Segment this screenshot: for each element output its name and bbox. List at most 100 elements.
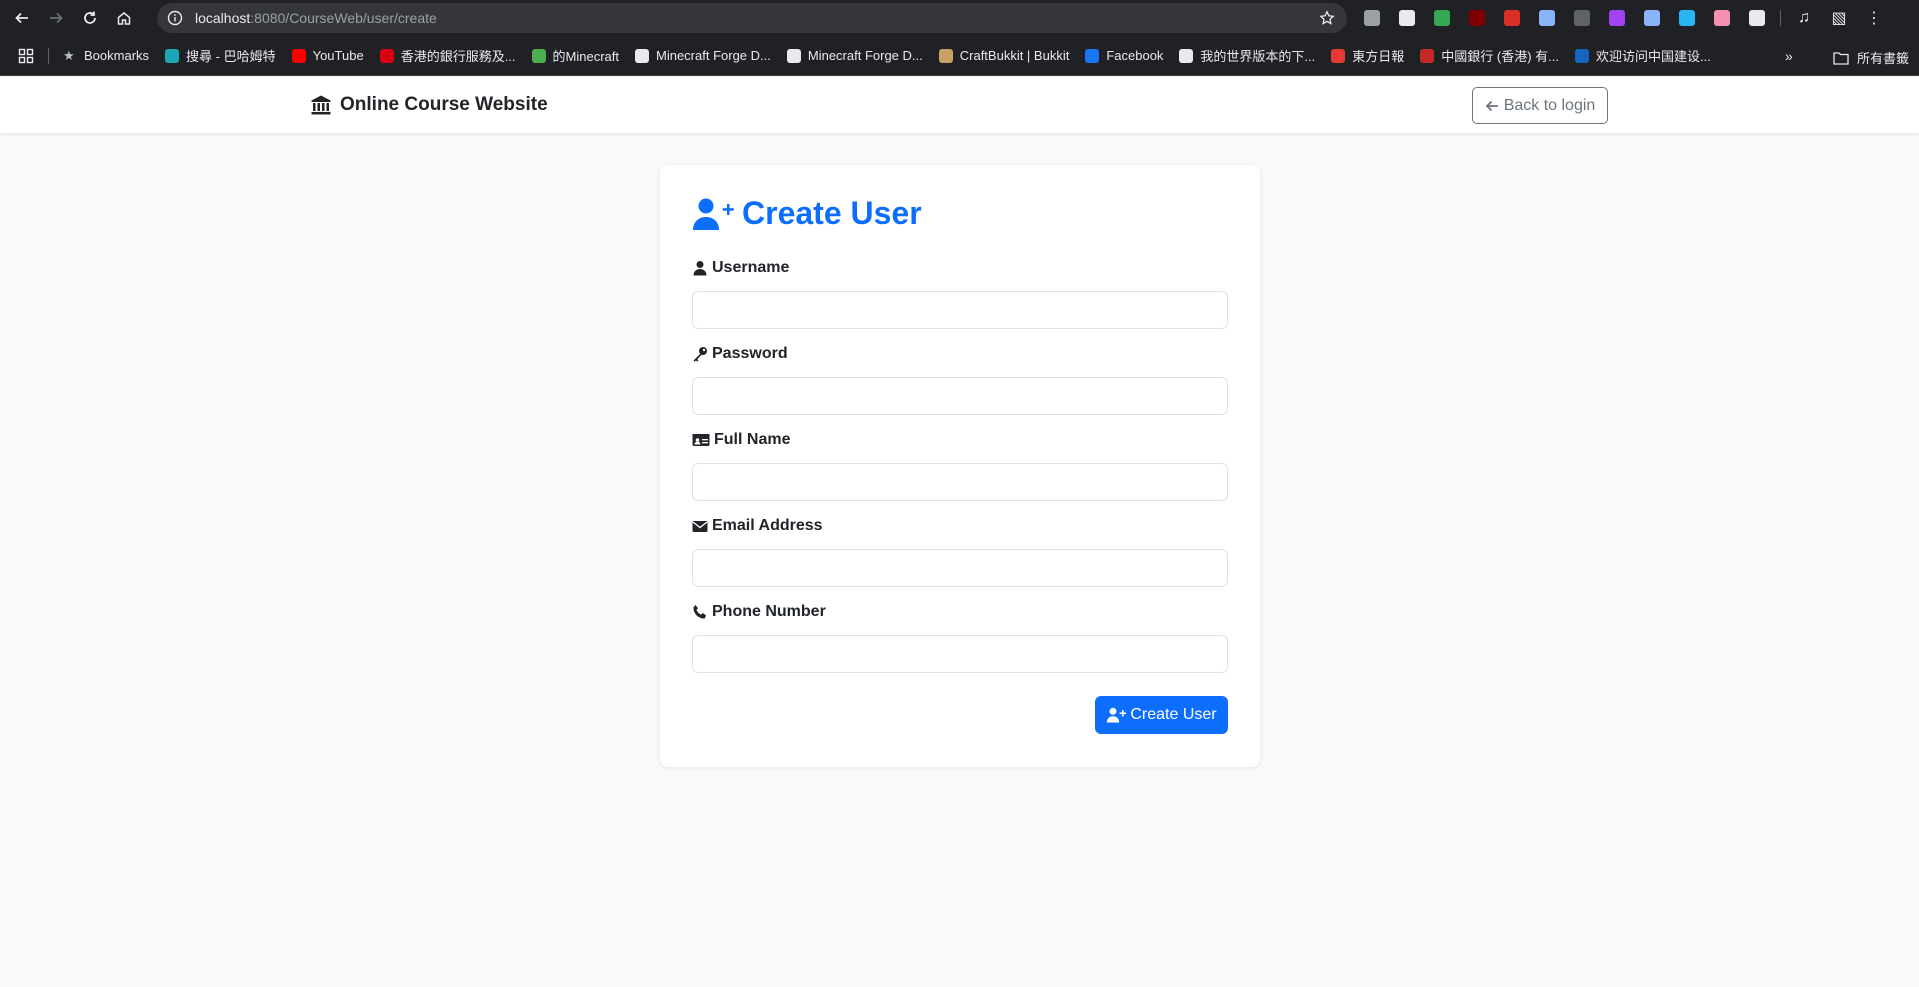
bookmark-label: 搜尋 - 巴哈姆特 (186, 49, 276, 64)
back-to-login-label: Back to login (1503, 96, 1596, 114)
site-brand[interactable]: Online Course Website (310, 94, 548, 116)
bookmarks-bar: ★ Bookmarks 搜尋 - 巴哈姆特 YouTube 香港的銀行服務及... 的Mi… (0, 36, 1919, 76)
url-text: localhost:8080/CourseWeb/user/create (195, 10, 437, 26)
menu-dots-icon[interactable]: ⋮ (1862, 6, 1886, 30)
page-title: Create User (692, 195, 922, 232)
bookmark-item[interactable]: ★ Bookmarks (63, 48, 149, 63)
bookmark-item[interactable]: 我的世界版本的下... (1179, 46, 1315, 65)
bookmark-label: 東方日報 (1352, 49, 1405, 64)
home-icon[interactable] (110, 4, 138, 32)
full-name-label: Full Name (692, 431, 790, 449)
face-icon[interactable] (1640, 6, 1664, 30)
bank-building-icon (311, 95, 331, 115)
full-name-field[interactable] (692, 463, 1228, 501)
user-plus-icon (693, 198, 734, 230)
bookmark-item[interactable]: YouTube (291, 48, 364, 63)
favicon-icon (1575, 48, 1589, 63)
bookmark-item[interactable]: 東方日報 (1331, 46, 1404, 65)
create-user-card: Create User Username Password Full Name … (660, 165, 1260, 767)
bookmark-label: Minecraft Forge D... (656, 48, 771, 63)
back-arrow-icon[interactable] (8, 4, 36, 32)
browser-toolbar: localhost:8080/CourseWeb/user/create ♫ ▧ ⋮ (0, 0, 1919, 36)
extensions-area: ♫ ▧ ⋮ (1360, 6, 1908, 30)
favicon-icon (1179, 48, 1194, 63)
hd-icon[interactable] (1500, 6, 1524, 30)
forward-arrow-icon[interactable] (42, 4, 70, 32)
site-navbar: Online Course Website Back to login (0, 77, 1919, 133)
toolbar-divider (1780, 10, 1781, 26)
create-user-button[interactable]: Create User (1095, 696, 1228, 734)
password-label: Password (692, 345, 788, 363)
email-label: Email Address (692, 517, 823, 535)
puzzle-icon[interactable] (1745, 6, 1769, 30)
user-plus-icon (1107, 707, 1127, 723)
robot-icon[interactable] (1570, 6, 1594, 30)
more-bookmarks-button[interactable]: » (1785, 48, 1793, 64)
circle-icon[interactable] (1605, 6, 1629, 30)
apps-grid-icon[interactable] (18, 48, 34, 64)
phone-field[interactable] (692, 635, 1228, 673)
bookmark-label: 我的世界版本的下... (1200, 49, 1316, 64)
folder-icon (1833, 51, 1849, 65)
bookmark-item[interactable]: Minecraft Forge D... (635, 48, 771, 63)
page-title-text: Create User (742, 195, 922, 231)
id-card-icon (692, 434, 710, 446)
bookmark-label: Facebook (1106, 48, 1164, 63)
favicon-icon (165, 48, 180, 63)
bookmark-label: Minecraft Forge D... (807, 48, 923, 63)
favicon-icon (531, 48, 546, 63)
bookmark-item[interactable]: 搜尋 - 巴哈姆特 (165, 46, 276, 65)
translate-icon[interactable] (1360, 6, 1384, 30)
full-name-label-text: Full Name (714, 431, 791, 448)
username-field[interactable] (692, 291, 1228, 329)
bookmark-star-icon[interactable] (1319, 10, 1335, 26)
page-content: Online Course Website Back to login Crea… (0, 77, 1919, 987)
ublock-icon[interactable] (1465, 6, 1489, 30)
folder-label: 所有書籤 (1857, 51, 1910, 66)
bookmarks-divider (48, 47, 49, 64)
bookmark-item[interactable]: Minecraft Forge D... (786, 48, 923, 63)
media-control-icon[interactable]: ♫ (1792, 6, 1816, 30)
username-label: Username (692, 259, 789, 277)
phone-label-text: Phone Number (712, 603, 826, 620)
bookmark-item[interactable]: CraftBukkit | Bukkit (938, 48, 1070, 63)
phone-label: Phone Number (692, 603, 826, 621)
cat-icon[interactable] (1710, 6, 1734, 30)
profile-icon[interactable]: ▧ (1827, 6, 1851, 30)
reload-icon[interactable] (76, 4, 104, 32)
bookmark-item[interactable]: 欢迎访问中国建设... (1575, 46, 1711, 65)
bookmark-item[interactable]: Facebook (1085, 48, 1163, 63)
email-label-text: Email Address (712, 517, 823, 534)
bookmark-label: 的Minecraft (552, 49, 619, 64)
bookmark-item[interactable]: 的Minecraft (531, 46, 619, 65)
password-field[interactable] (692, 377, 1228, 415)
favicon-icon (379, 48, 394, 63)
all-bookmarks-folder[interactable]: 所有書籤 (1833, 48, 1909, 67)
address-bar[interactable]: localhost:8080/CourseWeb/user/create (157, 3, 1347, 33)
favicon-icon (786, 48, 801, 63)
eyes-icon[interactable] (1395, 6, 1419, 30)
favicon-icon (1420, 48, 1435, 63)
username-label-text: Username (712, 259, 790, 276)
bookmark-label: 香港的銀行服務及... (400, 49, 516, 64)
key-icon (693, 347, 707, 362)
telegram-icon[interactable] (1675, 6, 1699, 30)
bookmark-label: Bookmarks (84, 48, 150, 63)
bookmark-label: CraftBukkit | Bukkit (959, 48, 1070, 63)
favicon-icon (938, 48, 953, 63)
favicon-icon (1085, 48, 1100, 63)
leaf-icon[interactable] (1430, 6, 1454, 30)
bookmark-label: YouTube (312, 48, 364, 63)
bookmark-item[interactable]: 香港的銀行服務及... (379, 46, 516, 65)
site-info-icon[interactable] (167, 10, 183, 26)
create-user-button-label: Create User (1130, 706, 1217, 723)
favicon-icon (635, 48, 649, 63)
back-to-login-button[interactable]: Back to login (1472, 87, 1608, 124)
user-icon (693, 261, 707, 276)
password-label-text: Password (712, 345, 788, 362)
image-icon[interactable] (1535, 6, 1559, 30)
email-field[interactable] (692, 549, 1228, 587)
arrow-left-icon (1485, 100, 1498, 111)
bookmark-item[interactable]: 中國銀行 (香港) 有... (1420, 46, 1559, 65)
brand-name: Online Course Website (340, 94, 548, 115)
